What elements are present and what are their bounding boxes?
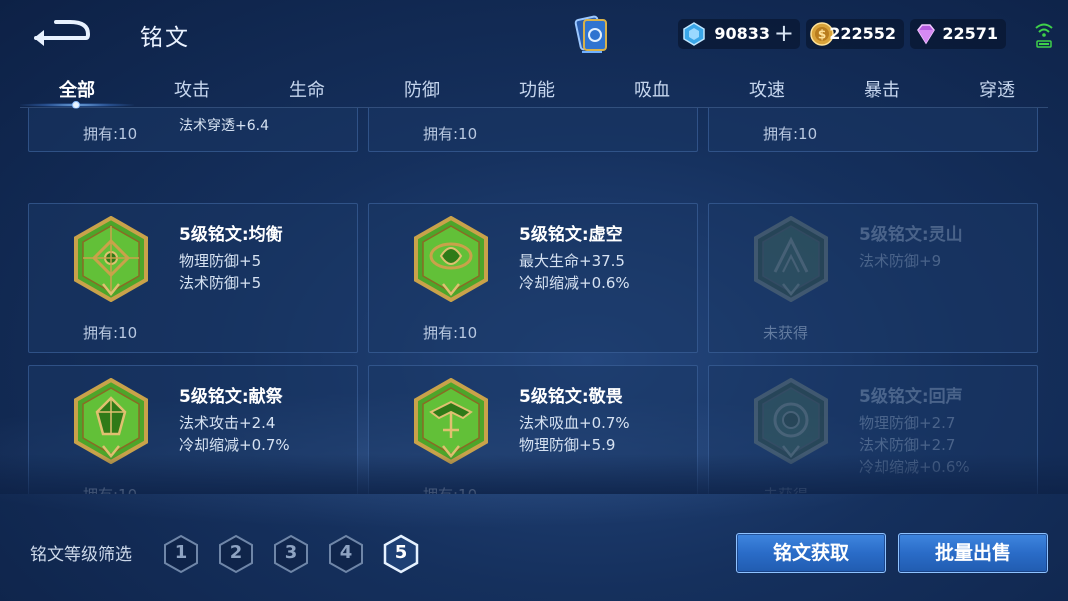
not-obtained-label: 未获得 [763,324,809,342]
inscription-stat: 冷却缩减+0.6% [519,274,630,292]
level-filter-4[interactable]: 4 [327,534,365,574]
level-filter-label: 铭文等级筛选 [30,545,132,565]
level-number: 4 [339,542,353,563]
inscription-stat: 冷却缩减+0.7% [179,436,290,454]
inscription-name: 5级铭文:献祭 [179,387,283,407]
inscription-card[interactable]: 拥有:10 [368,108,698,152]
inscription-name: 5级铭文:敬畏 [519,387,623,407]
not-obtained-label: 未获得 [763,484,808,494]
inscription-grid[interactable]: 法术穿透+6.4 拥有:10 拥有:10 拥有:10 5级铭文:均衡 物理防御+… [0,108,1068,494]
gold-currency: $ 222552 [806,19,904,49]
owned-count: 拥有:10 [423,324,478,342]
inscription-card-balance[interactable]: 5级铭文:均衡 物理防御+5 法术防御+5 拥有:10 [28,203,358,353]
back-button[interactable] [30,16,92,48]
inscription-stat: 物理防御+5.9 [519,436,616,454]
tab-lifesteal[interactable]: 吸血 [607,76,697,102]
wifi-signal-icon [1034,20,1054,50]
diamond-currency: 90833 + [678,19,800,49]
tab-function[interactable]: 功能 [492,76,582,102]
void-emblem-icon [414,216,488,302]
level-filter-5[interactable]: 5 [382,534,420,574]
gem-currency: 22571 [910,19,1006,49]
owned-count: 拥有:10 [83,324,138,342]
owned-count: 拥有:10 [423,484,477,494]
inscription-card[interactable]: 法术穿透+6.4 拥有:10 [28,108,358,152]
inscription-stat: 法术防御+5 [179,274,262,292]
inscription-stat: 法术防御+9 [859,252,942,270]
inscription-name: 5级铭文:灵山 [859,225,963,245]
level-number: 5 [394,542,408,563]
inscription-card-sacrifice[interactable]: 5级铭文:献祭 法术攻击+2.4 冷却缩减+0.7% 拥有:10 [28,365,358,494]
inscription-stat: 法术防御+2.7 [859,436,956,454]
purple-gem-icon [917,24,935,45]
balance-emblem-icon [74,216,148,302]
level-number: 1 [174,542,188,563]
tab-attack[interactable]: 攻击 [147,76,237,102]
sacrifice-emblem-icon [74,378,148,464]
inscription-name: 5级铭文:均衡 [179,225,283,245]
owned-count: 拥有:10 [423,125,478,143]
svg-text:$: $ [818,28,826,42]
level-filter-1[interactable]: 1 [162,534,200,574]
owned-count: 拥有:10 [83,484,137,494]
obtain-inscription-button[interactable]: 铭文获取 [736,533,886,573]
level-number: 3 [284,542,298,563]
gold-amount: 222552 [829,24,896,43]
awe-emblem-icon [414,378,488,464]
inscription-card-echo[interactable]: 5级铭文:回声 物理防御+2.7 法术防御+2.7 冷却缩减+0.6% 未获得 [708,365,1038,494]
add-diamond-button[interactable]: + [774,21,794,45]
inscription-stat: 最大生命+37.5 [519,252,625,270]
echo-emblem-icon [754,378,828,464]
inscription-stat: 物理防御+2.7 [859,414,956,432]
page-title: 铭文 [140,25,190,51]
gem-amount: 22571 [942,24,998,43]
bulk-sell-button[interactable]: 批量出售 [898,533,1048,573]
diamond-coupon-icon [683,22,705,46]
back-arrow-icon [34,20,91,46]
category-tabs: 全部 攻击 生命 防御 功能 吸血 攻速 暴击 穿透 [20,72,1048,108]
tab-attack-speed[interactable]: 攻速 [722,76,812,102]
diamond-amount: 90833 [714,24,770,43]
owned-count: 拥有:10 [83,125,138,143]
tab-all[interactable]: 全部 [32,76,122,102]
tab-penetration[interactable]: 穿透 [952,76,1042,102]
inscription-deck-icon[interactable] [572,14,612,56]
inscription-stat: 法术吸血+0.7% [519,414,630,432]
inscription-card-awe[interactable]: 5级铭文:敬畏 法术吸血+0.7% 物理防御+5.9 拥有:10 [368,365,698,494]
level-filter-3[interactable]: 3 [272,534,310,574]
inscription-stat: 法术穿透+6.4 [179,118,269,134]
inscription-card[interactable]: 拥有:10 [708,108,1038,152]
level-number: 2 [229,542,243,563]
lingshan-emblem-icon [754,216,828,302]
inscription-stat: 物理防御+5 [179,252,262,270]
owned-count: 拥有:10 [763,125,818,143]
inscription-name: 5级铭文:虚空 [519,225,623,245]
level-filter-2[interactable]: 2 [217,534,255,574]
header: 铭文 90833 + $ 222552 22571 [0,0,1068,68]
tab-defense[interactable]: 防御 [377,76,467,102]
tab-critical[interactable]: 暴击 [837,76,927,102]
inscription-card-void[interactable]: 5级铭文:虚空 最大生命+37.5 冷却缩减+0.6% 拥有:10 [368,203,698,353]
inscription-stat: 冷却缩减+0.6% [859,458,970,476]
inscription-name: 5级铭文:回声 [859,387,963,407]
inscription-stat: 法术攻击+2.4 [179,414,276,432]
tab-health[interactable]: 生命 [262,76,352,102]
inscription-card-lingshan[interactable]: 5级铭文:灵山 法术防御+9 未获得 [708,203,1038,353]
